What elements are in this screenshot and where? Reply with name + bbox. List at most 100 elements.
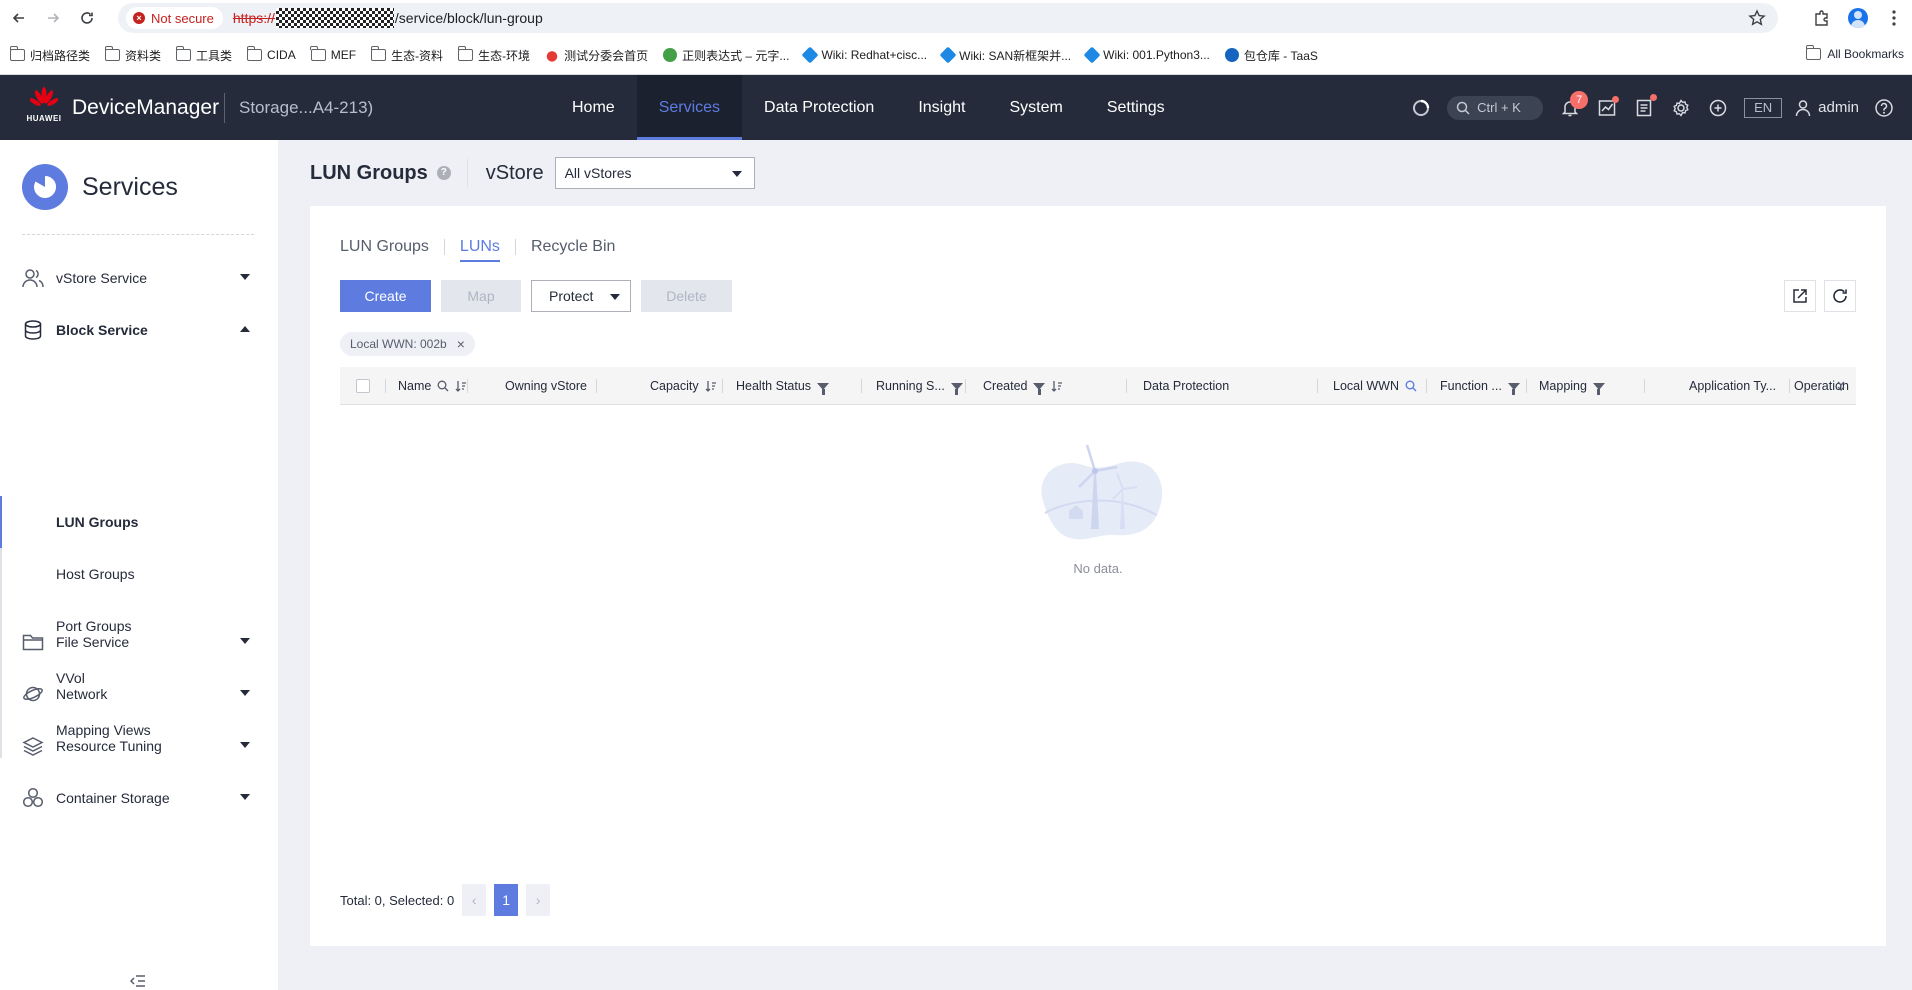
close-icon[interactable]: ×: [457, 336, 465, 352]
sidebar-item-resource-tuning[interactable]: Resource Tuning: [0, 722, 278, 770]
not-secure-label: Not secure: [151, 10, 214, 26]
tab-separator: [443, 239, 445, 255]
performance-button[interactable]: [1588, 89, 1625, 126]
bookmark-star-icon[interactable]: [1748, 9, 1766, 27]
tab-luns[interactable]: LUNs: [459, 232, 500, 262]
column-data-protection[interactable]: Data Protection: [1143, 367, 1229, 405]
help-button[interactable]: [1865, 89, 1902, 126]
search-icon[interactable]: [437, 380, 449, 392]
nav-system[interactable]: System: [987, 75, 1084, 140]
sidebar-item-network[interactable]: Network: [0, 670, 278, 718]
back-button[interactable]: [4, 3, 34, 33]
user-menu[interactable]: admin: [1794, 99, 1859, 117]
sort-icon[interactable]: [1051, 380, 1063, 392]
bookmark-item[interactable]: 资料类: [104, 46, 161, 64]
sidebar-item-vstore-service[interactable]: vStore Service: [0, 254, 278, 302]
nav-data-protection[interactable]: Data Protection: [742, 75, 896, 140]
column-name[interactable]: Name: [398, 367, 467, 405]
column-running-status[interactable]: Running S...: [876, 367, 963, 405]
collapse-sidebar-icon[interactable]: [130, 974, 146, 988]
sort-icon[interactable]: [705, 380, 717, 392]
bookmark-item[interactable]: MEF: [310, 46, 356, 62]
reload-button[interactable]: [72, 3, 102, 33]
notification-dot: [1612, 96, 1620, 103]
column-application-type[interactable]: Application Ty...: [1689, 367, 1776, 405]
filter-icon[interactable]: [1592, 382, 1605, 395]
extensions-button[interactable]: [1804, 0, 1840, 36]
filter-tag[interactable]: Local WWN: 002b ×: [340, 332, 475, 356]
column-capacity[interactable]: Capacity: [650, 367, 717, 405]
delete-button[interactable]: Delete: [641, 280, 732, 312]
pagination-summary: Total: 0, Selected: 0: [340, 892, 455, 908]
bookmark-item[interactable]: 归档路径类: [9, 46, 90, 64]
language-switch[interactable]: EN: [1744, 97, 1783, 118]
logo-text: HUAWEI: [26, 114, 62, 123]
spinner-icon: [1412, 99, 1429, 116]
security-chip[interactable]: × Not secure: [126, 7, 223, 29]
bookmark-item[interactable]: Wiki: 001.Python3...: [1083, 46, 1210, 64]
settings-gear-button[interactable]: [1662, 89, 1699, 126]
nav-settings[interactable]: Settings: [1085, 75, 1187, 140]
bookmark-item[interactable]: Wiki: SAN新框架并...: [939, 46, 1071, 64]
tasks-button[interactable]: [1625, 89, 1662, 126]
bookmark-item[interactable]: 工具类: [175, 46, 232, 64]
filter-icon[interactable]: [950, 382, 963, 395]
bookmark-item[interactable]: 生态-资料: [370, 46, 443, 64]
all-bookmarks-button[interactable]: All Bookmarks: [1805, 45, 1904, 61]
filter-icon[interactable]: [1507, 382, 1520, 395]
export-button[interactable]: [1784, 280, 1816, 312]
vstore-select[interactable]: All vStores: [554, 157, 755, 189]
global-search[interactable]: Ctrl + K: [1447, 95, 1544, 120]
bookmark-item[interactable]: 包仓库 - TaaS: [1224, 47, 1318, 64]
address-bar[interactable]: × Not secure https:// /service/block/lun…: [118, 3, 1778, 33]
column-settings[interactable]: [1835, 367, 1847, 405]
tab-lun-groups[interactable]: LUN Groups: [340, 232, 429, 262]
alarms-button[interactable]: 7: [1551, 89, 1589, 126]
sidebar-item-host-groups[interactable]: Host Groups: [0, 548, 278, 600]
filter-icon[interactable]: [817, 382, 830, 395]
column-local-wwn[interactable]: Local WWN: [1333, 367, 1417, 405]
filter-icon[interactable]: [1033, 382, 1046, 395]
search-icon[interactable]: [1405, 380, 1417, 392]
pagination: Total: 0, Selected: 0 ‹ 1 ›: [340, 884, 551, 916]
add-button[interactable]: [1699, 89, 1736, 126]
sort-icon[interactable]: [455, 380, 467, 392]
bookmark-item[interactable]: 正则表达式 – 元字...: [663, 47, 789, 64]
create-button[interactable]: Create: [340, 280, 431, 312]
sidebar-item-label: Network: [56, 686, 108, 702]
column-created[interactable]: Created: [983, 367, 1063, 405]
column-function[interactable]: Function ...: [1440, 367, 1520, 405]
bookmark-item[interactable]: 测试分委会首页: [545, 47, 648, 64]
sidebar-item-block-service[interactable]: Block Service: [0, 306, 278, 354]
map-button[interactable]: Map: [441, 280, 521, 312]
vstore-label: vStore: [485, 161, 544, 184]
bookmark-item[interactable]: Wiki: Redhat+cisc...: [801, 46, 927, 64]
device-name[interactable]: Storage...A4-213): [239, 98, 373, 118]
prev-page-button[interactable]: ‹: [462, 884, 487, 916]
sidebar-item-file-service[interactable]: File Service: [0, 618, 278, 666]
bookmark-item[interactable]: CIDA: [246, 46, 296, 62]
next-page-button[interactable]: ›: [526, 884, 551, 916]
help-icon[interactable]: ?: [436, 166, 451, 180]
column-owning-vstore[interactable]: Owning vStore: [505, 367, 587, 405]
profile-button[interactable]: [1840, 0, 1876, 36]
column-health-status[interactable]: Health Status: [736, 367, 830, 405]
tab-recycle-bin[interactable]: Recycle Bin: [531, 232, 615, 262]
bookmark-item[interactable]: 生态-环境: [457, 46, 530, 64]
double-chevron-down-icon: [1837, 381, 1845, 391]
nav-home[interactable]: Home: [550, 75, 637, 140]
forward-button[interactable]: [38, 3, 68, 33]
protect-dropdown[interactable]: Protect: [531, 280, 631, 312]
column-divider: [722, 379, 723, 393]
page-number-button[interactable]: 1: [494, 884, 519, 916]
task-status-button[interactable]: [1402, 89, 1439, 126]
sidebar-item-container-storage[interactable]: Container Storage: [0, 774, 278, 822]
nav-insight[interactable]: Insight: [896, 75, 987, 140]
app-header: HUAWEI DeviceManager Storage...A4-213) H…: [0, 75, 1912, 140]
nav-services[interactable]: Services: [636, 75, 743, 140]
select-all-checkbox[interactable]: [356, 379, 370, 393]
sidebar-item-lun-groups[interactable]: LUN Groups: [0, 496, 278, 548]
refresh-button[interactable]: [1824, 280, 1856, 312]
column-mapping[interactable]: Mapping: [1539, 367, 1605, 405]
browser-menu-button[interactable]: [1876, 0, 1912, 36]
